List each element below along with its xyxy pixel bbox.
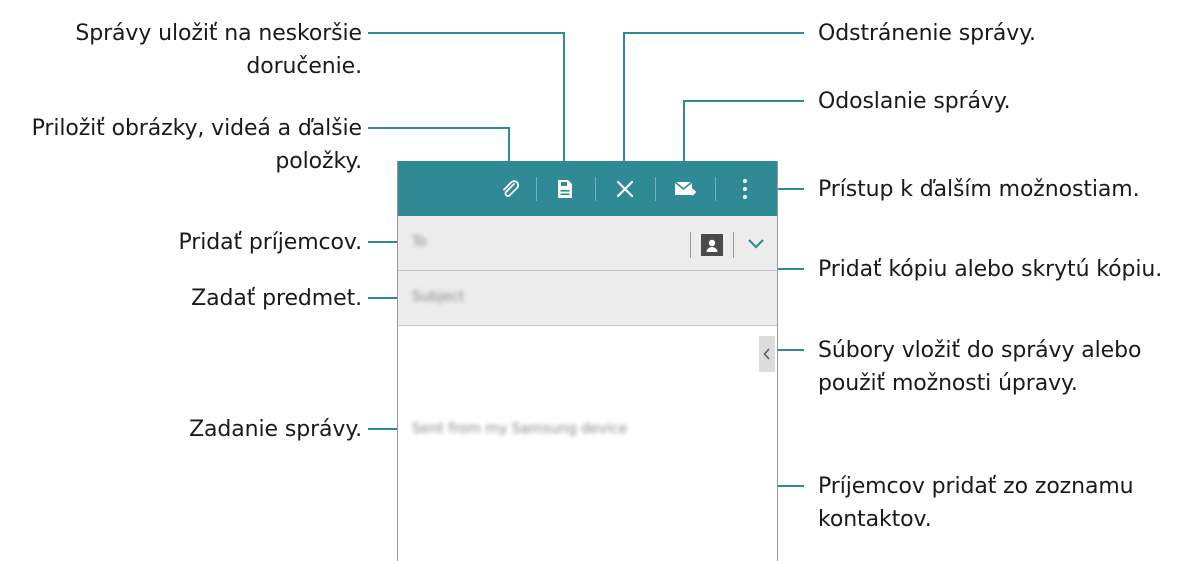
cc-bcc-expand-button[interactable] [744,232,768,256]
close-icon [616,180,634,197]
callout-enter-message: Zadanie správy. [189,417,362,442]
contacts-button[interactable] [701,234,723,256]
callout-add-recipients: Pridať príjemcov. [178,230,363,255]
field-divider [733,232,734,258]
chevron-left-icon [763,348,770,360]
subject-field-placeholder: Subject [412,289,465,305]
edit-options-tab[interactable] [759,336,775,372]
callout-attach: Priložiť obrázky, videá a ďalšie položky… [31,116,363,174]
callout-enter-subject: Zadať predmet. [191,286,362,311]
callout-add-cc-bcc: Pridať kópiu alebo skrytú kópiu. [818,257,1163,282]
more-vertical-icon [743,178,747,199]
chevron-down-icon [748,239,764,249]
more-options-button[interactable] [723,161,767,216]
contact-icon [706,239,718,252]
callout-delete-message: Odstránenie správy. [818,21,1036,46]
action-bar-divider [715,177,716,201]
email-compose-screen: To Subject Sent from my Samsung device [397,161,778,561]
action-bar-divider [595,177,596,201]
action-bar-divider [655,177,656,201]
subject-field[interactable]: Subject [398,271,777,326]
send-mail-icon [674,180,697,196]
callout-add-from-contacts: Príjemcov pridať zo zoznamu kontaktov. [818,474,1134,532]
field-divider [690,232,691,258]
paperclip-icon [503,179,520,197]
save-button[interactable] [543,161,587,216]
discard-button[interactable] [603,161,647,216]
action-bar-divider [536,177,537,201]
send-button[interactable] [663,161,707,216]
save-icon [558,179,572,198]
callout-save-later: Správy uložiť na neskoršie doručenie. [75,21,362,79]
to-field-placeholder: To [412,234,427,250]
callout-send-message: Odoslanie správy. [818,89,1011,114]
callout-more-options: Prístup k ďalším možnostiam. [818,177,1140,202]
message-body[interactable]: Sent from my Samsung device [412,421,627,437]
attach-button[interactable] [488,161,532,216]
callout-insert-files: Súbory vložiť do správy alebo použiť mož… [818,338,1142,396]
to-field[interactable]: To [398,216,777,271]
action-bar [398,161,777,216]
